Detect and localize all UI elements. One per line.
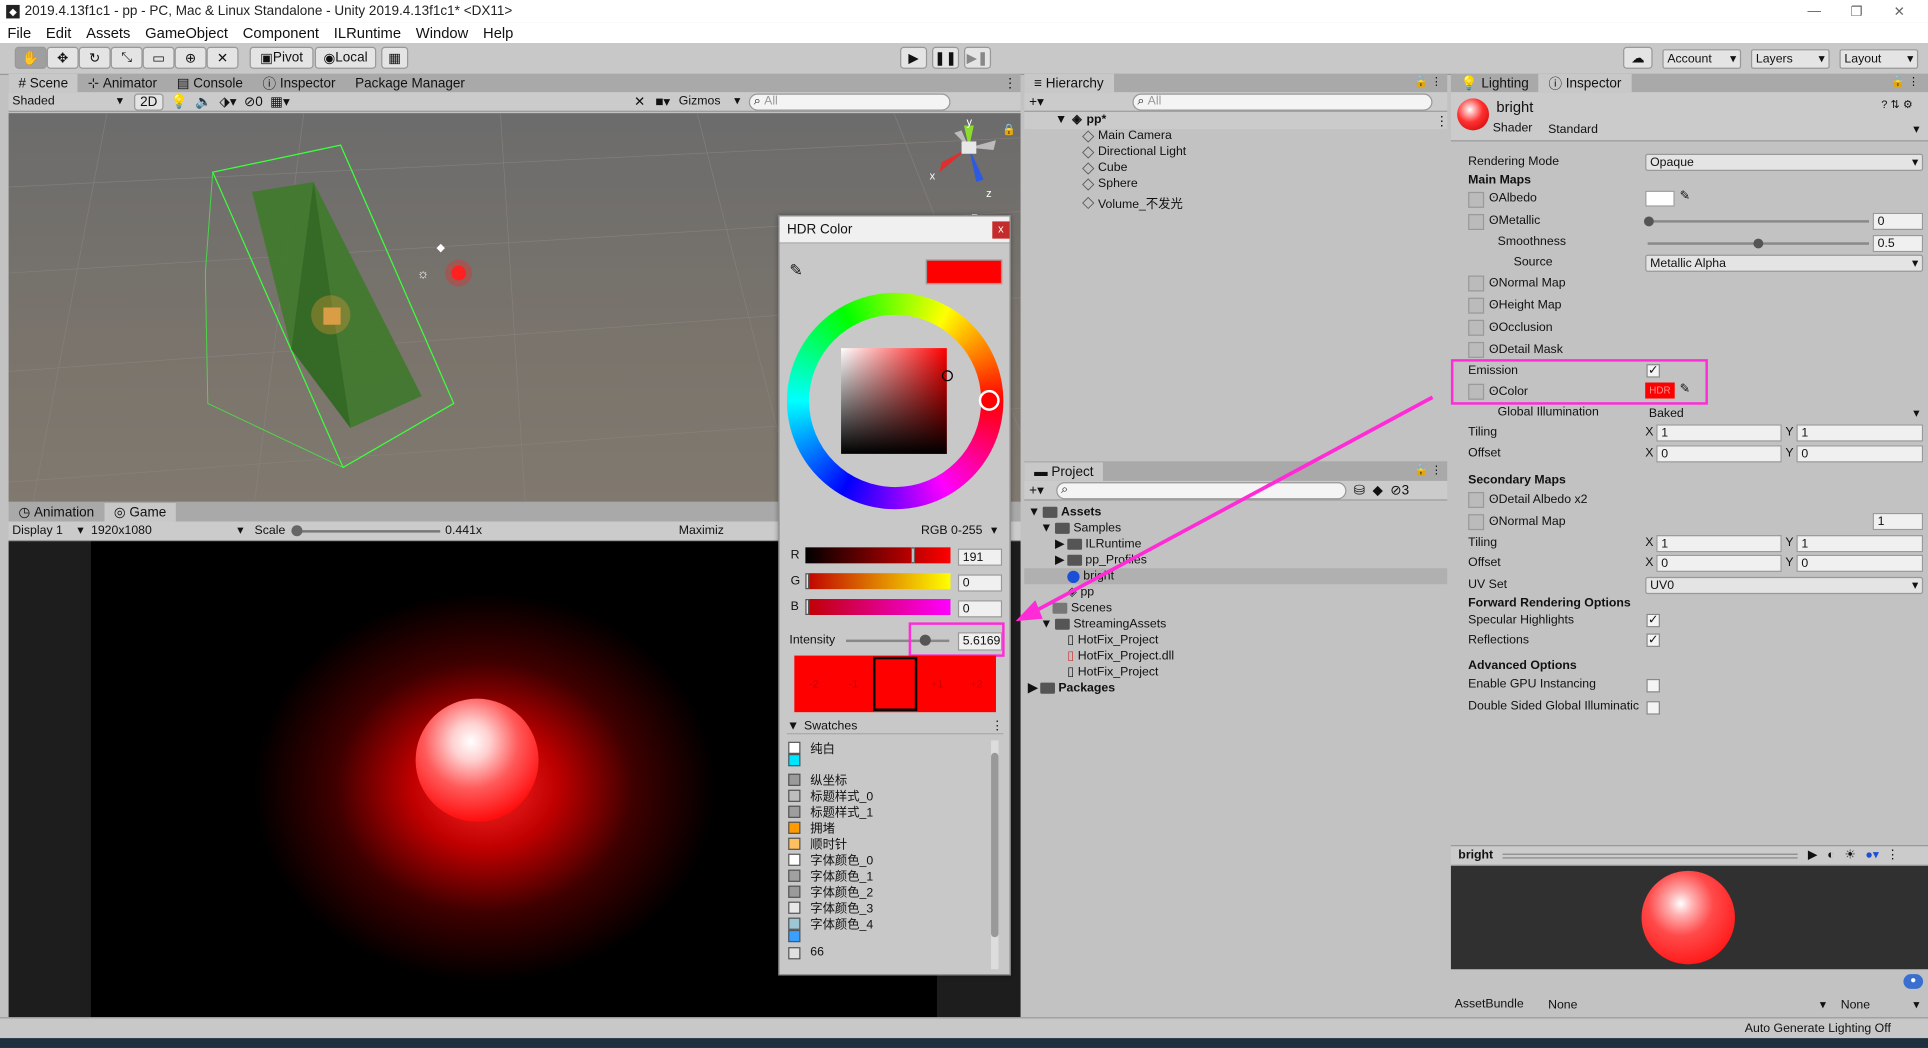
arrow-head-icon [1015,600,1043,622]
arrow-line [1027,395,1434,617]
annotation-arrow [1015,395,1434,622]
unity-editor: ◆ 2019.4.13f1c1 - pp - PC, Mac & Linux S… [0,0,1928,1048]
